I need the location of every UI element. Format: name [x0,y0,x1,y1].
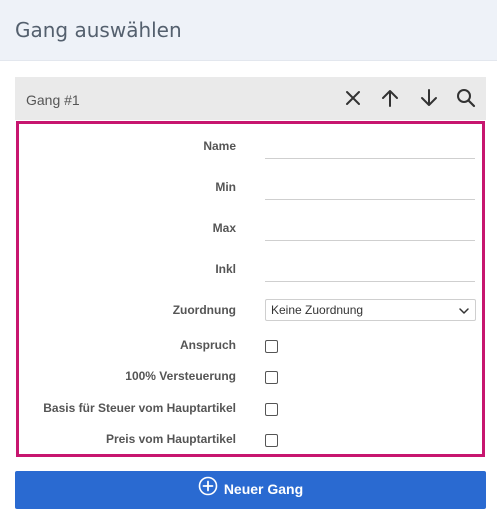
inkl-field[interactable] [265,258,475,282]
name-field[interactable] [265,135,475,159]
anspruch-checkbox[interactable] [265,340,278,353]
basis-steuer-label: Basis für Steuer vom Hauptartikel [43,401,236,415]
new-gang-button[interactable]: Neuer Gang [15,471,486,509]
plus-circle-icon [198,476,218,496]
zuordnung-select[interactable]: Keine Zuordnung [265,299,476,321]
versteuerung-checkbox[interactable] [265,371,278,384]
new-gang-button-label: Neuer Gang [223,481,304,497]
page-title: Gang auswählen [15,18,182,42]
gang-form: Name Min Max Inkl Zuordnung Keine Zuordn… [16,121,485,457]
chevron-down-icon [459,308,469,314]
page-header: Gang auswählen [0,0,497,61]
max-field[interactable] [265,217,475,241]
new-gang-button-content: Neuer Gang [15,476,486,499]
inkl-label: Inkl [215,262,236,276]
versteuerung-label: 100% Versteuerung [125,369,236,383]
arrow-down-icon[interactable] [418,87,440,109]
basis-steuer-checkbox[interactable] [265,403,278,416]
preis-hauptartikel-label: Preis vom Hauptartikel [105,432,236,446]
zuordnung-label: Zuordnung [172,303,236,317]
preis-hauptartikel-checkbox[interactable] [265,434,278,447]
arrow-up-icon[interactable] [379,87,401,109]
close-icon[interactable] [342,87,364,109]
gang-label: Gang #1 [26,92,80,108]
max-label: Max [212,221,236,235]
name-label: Name [203,139,236,153]
gang-toolbar: Gang #1 [15,77,486,120]
search-icon[interactable] [455,87,477,109]
anspruch-label: Anspruch [179,338,236,352]
zuordnung-selected-value: Keine Zuordnung [271,303,364,317]
min-label: Min [215,180,236,194]
min-field[interactable] [265,176,475,200]
